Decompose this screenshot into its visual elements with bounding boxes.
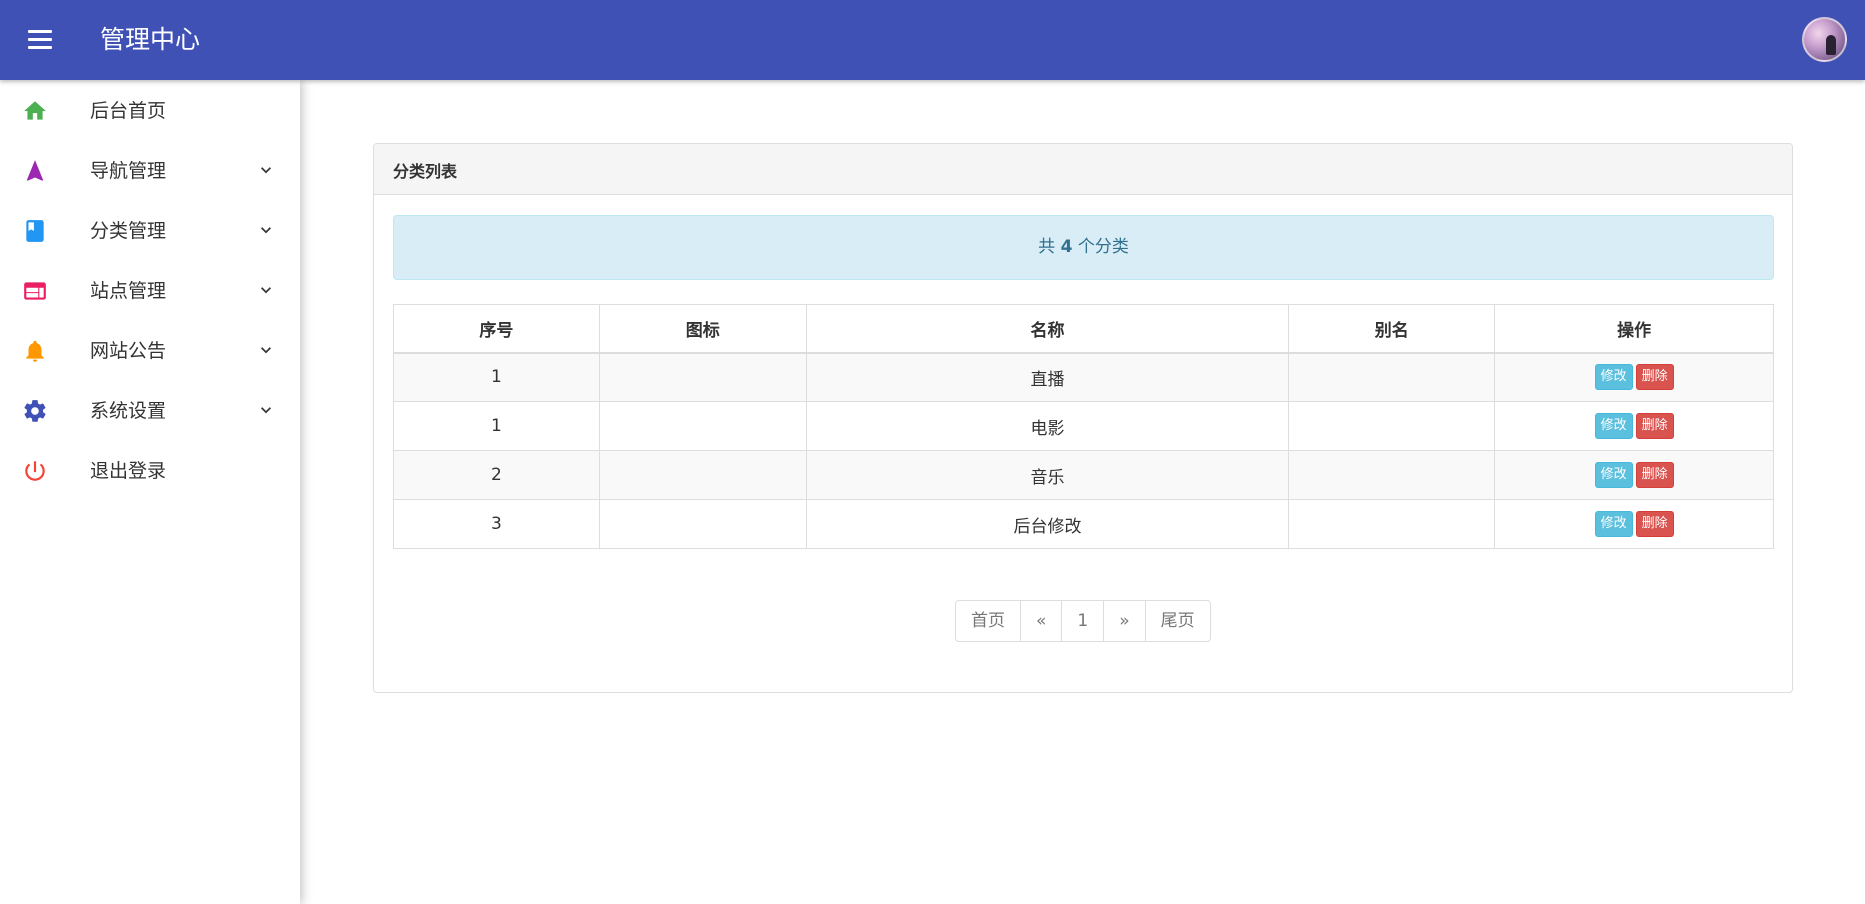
cell-index: 1 [393, 401, 600, 451]
cell-icon [598, 499, 807, 549]
navigation-icon [22, 158, 48, 184]
column-header: 图标 [598, 304, 807, 354]
delete-button[interactable]: 删除 [1635, 364, 1674, 391]
cell-actions: 修改 删除 [1494, 499, 1774, 549]
summary-alert: 共 4 个分类 [393, 215, 1774, 280]
summary-prefix: 共 [1038, 237, 1056, 257]
bell-icon [22, 338, 48, 364]
cell-alias [1288, 499, 1496, 549]
current-page-link[interactable]: 1 [1061, 600, 1105, 642]
sidebar-item-label: 网站公告 [90, 340, 167, 362]
column-header: 别名 [1288, 304, 1496, 354]
first-page-link[interactable]: 首页 [955, 600, 1021, 642]
gear-icon [22, 398, 48, 424]
cell-icon [598, 352, 807, 402]
next-page-link[interactable]: » [1103, 600, 1146, 642]
pagination: 首页 « 1 » 尾页 [955, 600, 1211, 642]
panel-title: 分类列表 [374, 144, 1792, 195]
summary-suffix: 个分类 [1077, 237, 1129, 257]
sidebar-item-home[interactable]: 后台首页 [0, 80, 300, 140]
category-panel: 分类列表 共 4 个分类 序号 图标 名称 别名 操作 1 直播 修改 删除 1… [373, 143, 1793, 693]
app-header: 管理中心 [0, 0, 1865, 80]
app-title: 管理中心 [100, 25, 201, 54]
chevron-down-icon [256, 340, 276, 360]
category-table: 序号 图标 名称 别名 操作 1 直播 修改 删除 1 电影 修改 删除 2 音… [393, 304, 1774, 549]
sidebar-item-logout[interactable]: 退出登录 [0, 440, 300, 500]
cell-alias [1288, 450, 1496, 500]
table-header-row: 序号 图标 名称 别名 操作 [393, 304, 1774, 354]
power-icon [22, 458, 48, 484]
cell-name: 后台修改 [805, 499, 1290, 549]
sidebar-item-label: 后台首页 [90, 100, 167, 122]
prev-page-link[interactable]: « [1020, 600, 1063, 642]
cell-actions: 修改 删除 [1494, 401, 1774, 451]
summary-count: 4 [1060, 237, 1073, 257]
edit-button[interactable]: 修改 [1594, 511, 1633, 537]
delete-button[interactable]: 删除 [1635, 413, 1674, 439]
cell-name: 直播 [805, 352, 1290, 402]
table-row: 1 电影 修改 删除 [393, 401, 1774, 451]
sidebar-item-sites[interactable]: 站点管理 [0, 260, 300, 320]
column-header: 序号 [393, 304, 600, 354]
cell-icon [598, 401, 807, 451]
delete-button[interactable]: 删除 [1635, 462, 1674, 488]
cell-name: 电影 [805, 401, 1290, 451]
sidebar-item-label: 分类管理 [90, 220, 167, 242]
edit-button[interactable]: 修改 [1594, 364, 1633, 391]
table-row: 2 音乐 修改 删除 [393, 450, 1774, 500]
cell-actions: 修改 删除 [1494, 352, 1774, 402]
cell-index: 2 [393, 450, 600, 500]
sidebar-item-announcements[interactable]: 网站公告 [0, 320, 300, 380]
cell-index: 1 [393, 352, 600, 402]
cell-index: 3 [393, 499, 600, 549]
sidebar-item-label: 导航管理 [90, 160, 167, 182]
delete-button[interactable]: 删除 [1635, 511, 1674, 537]
web-icon [22, 278, 48, 304]
cell-actions: 修改 删除 [1494, 450, 1774, 500]
chevron-down-icon [256, 400, 276, 420]
cell-icon [598, 450, 807, 500]
column-header: 名称 [805, 304, 1290, 354]
chevron-down-icon [256, 280, 276, 300]
chevron-down-icon [256, 160, 276, 180]
home-icon [22, 98, 48, 124]
cell-alias [1288, 401, 1496, 451]
last-page-link[interactable]: 尾页 [1144, 600, 1211, 642]
edit-button[interactable]: 修改 [1594, 462, 1633, 488]
cell-alias [1288, 352, 1496, 402]
table-row: 1 直播 修改 删除 [393, 352, 1774, 402]
sidebar: 后台首页 导航管理 分类管理 站点管理 网站公告 系统设置 退出登录 [0, 80, 300, 904]
edit-button[interactable]: 修改 [1594, 413, 1633, 439]
sidebar-item-navigation[interactable]: 导航管理 [0, 140, 300, 200]
avatar[interactable] [1802, 17, 1847, 62]
cell-name: 音乐 [805, 450, 1290, 500]
sidebar-item-label: 退出登录 [90, 460, 167, 482]
sidebar-item-settings[interactable]: 系统设置 [0, 380, 300, 440]
table-row: 3 后台修改 修改 删除 [393, 499, 1774, 549]
book-icon [22, 218, 48, 244]
chevron-down-icon [256, 220, 276, 240]
menu-icon[interactable] [22, 26, 58, 54]
column-header: 操作 [1494, 304, 1774, 354]
sidebar-item-category[interactable]: 分类管理 [0, 200, 300, 260]
sidebar-item-label: 站点管理 [90, 280, 167, 302]
sidebar-item-label: 系统设置 [90, 400, 167, 422]
